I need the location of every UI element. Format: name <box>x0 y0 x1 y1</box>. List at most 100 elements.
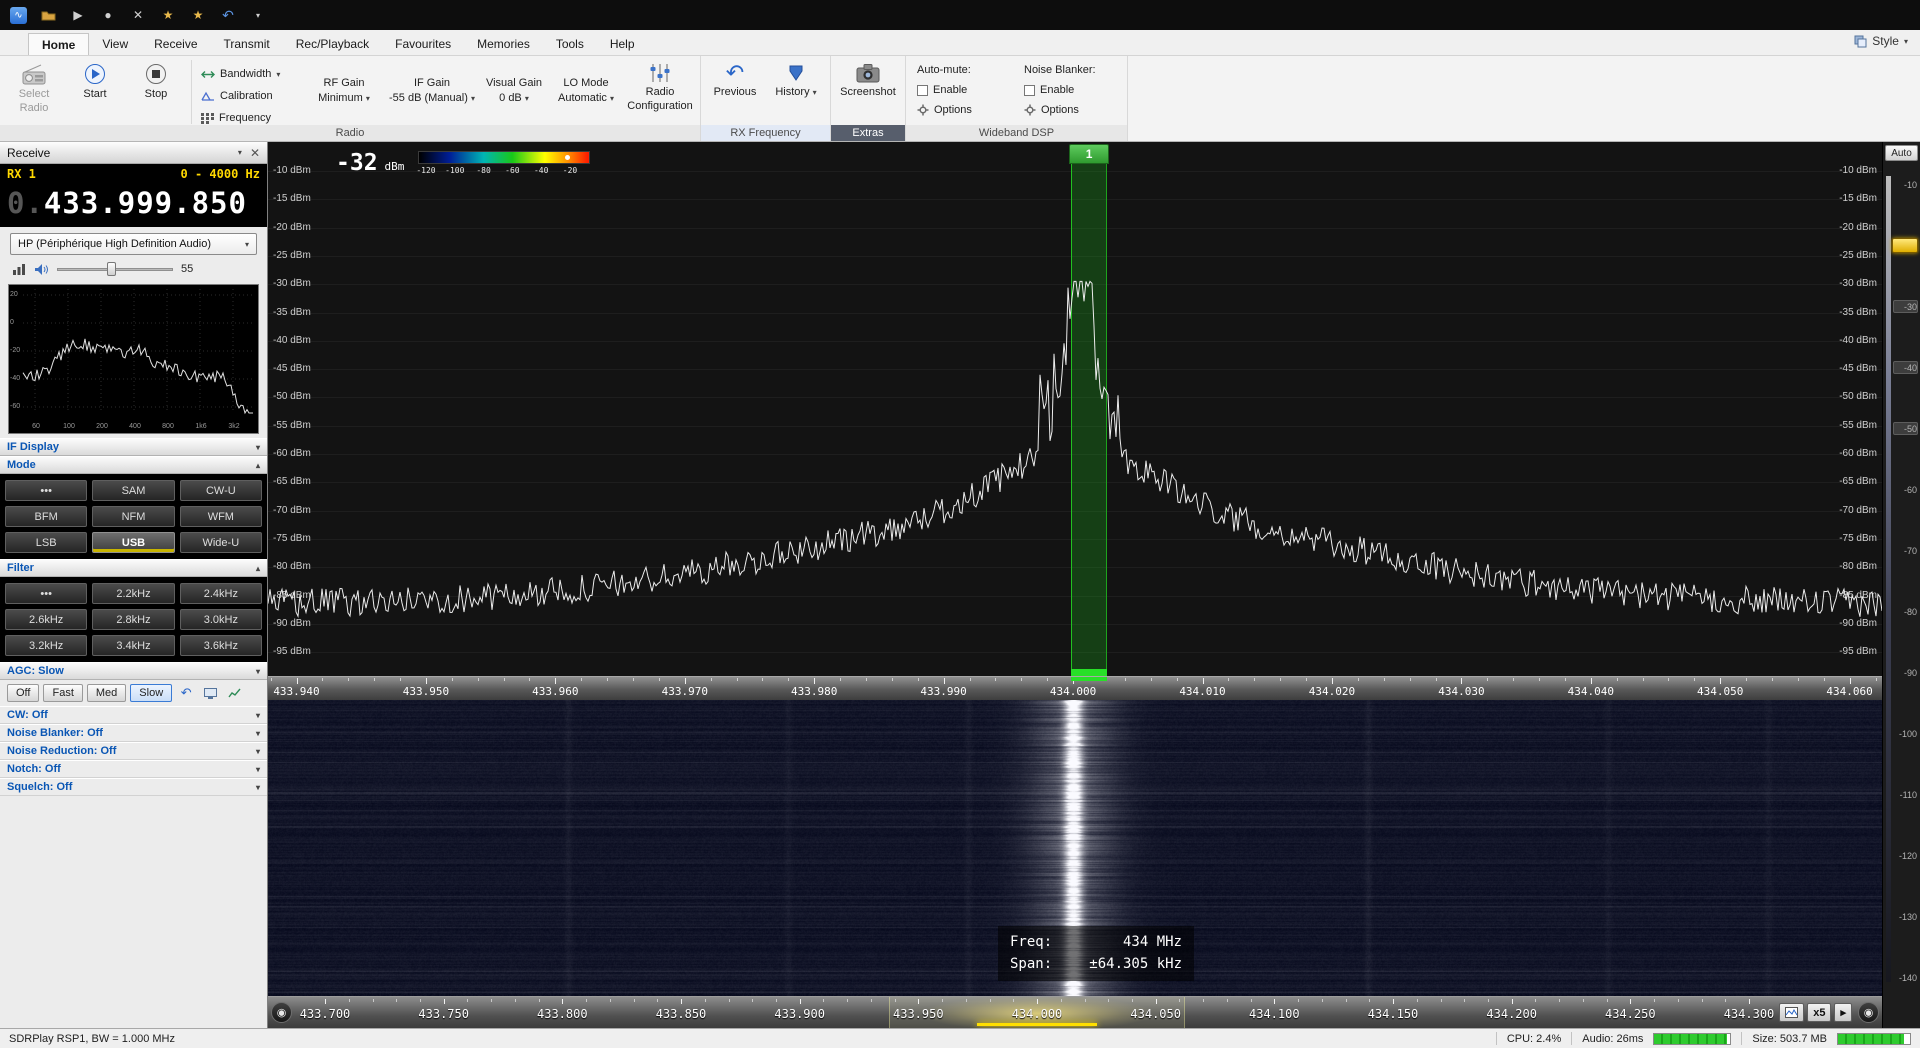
level-reference-handle[interactable] <box>1892 238 1918 253</box>
menu-tab-view[interactable]: View <box>89 33 141 55</box>
agc-undo-icon[interactable]: ↶ <box>176 684 196 702</box>
spectrum-display[interactable]: -10 dBm -10 dBm -15 dBm -15 dBm -20 dBm -20 d… <box>268 142 1882 676</box>
equalizer-icon[interactable] <box>12 263 26 275</box>
filter-button-3-2khz[interactable]: 3.2kHz <box>5 635 88 656</box>
mode-button-nfm[interactable]: NFM <box>92 506 175 527</box>
mode-button-bfm[interactable]: BFM <box>5 506 88 527</box>
add-favourite-icon[interactable]: ★ <box>189 6 207 24</box>
filter-button-3-0khz[interactable]: 3.0kHz <box>179 609 262 630</box>
visual-gain-dropdown[interactable]: Visual Gain 0 dB ▾ <box>481 62 547 120</box>
scale-minor-tick <box>1226 999 1228 1002</box>
spectrum-frequency-ruler[interactable]: 433.940 433.950 433.960 433.970 433.980 433.9… <box>268 676 1882 700</box>
mode-button-wide-u[interactable]: Wide-U <box>179 532 262 553</box>
scale-major-tick <box>325 999 326 1004</box>
section-noise-blanker-off[interactable]: Noise Blanker: Off ▾ <box>0 724 267 742</box>
scale-view-button[interactable] <box>1779 1003 1805 1022</box>
rx-filter-band-cap <box>1071 669 1108 676</box>
mode-button-lsb[interactable]: LSB <box>5 532 88 553</box>
app-icon[interactable]: ∿ <box>10 6 27 24</box>
section-notch-off[interactable]: Notch: Off ▾ <box>0 760 267 778</box>
play-icon[interactable]: ▶ <box>69 6 87 24</box>
style-selector[interactable]: Style ▾ <box>1854 34 1908 48</box>
frequency-display[interactable]: 0.433.999.850 <box>7 181 260 220</box>
tuned-frequency-line <box>977 1023 1097 1026</box>
menu-tab-home[interactable]: Home <box>28 33 90 55</box>
noise-blanker-options-button[interactable]: Options <box>1024 102 1116 118</box>
mode-button-dots[interactable]: ••• <box>5 480 88 501</box>
audio-device-select[interactable]: HP (Périphérique High Definition Audio) … <box>10 233 257 255</box>
rf-gain-dropdown[interactable]: RF Gain Minimum ▾ <box>305 62 383 120</box>
filter-button-dots[interactable]: ••• <box>5 583 88 604</box>
select-radio-button[interactable]: Select Radio <box>5 58 63 122</box>
bottom-scale-inner[interactable]: 433.700 433.750 433.800 433.850 433.900 433.9… <box>295 997 1779 1028</box>
lo-mode-dropdown[interactable]: LO Mode Automatic ▾ <box>550 62 622 120</box>
panel-collapse-icon[interactable]: ▾ <box>238 148 242 157</box>
menu-tab-memories[interactable]: Memories <box>464 33 543 55</box>
section-cw-off[interactable]: CW: Off ▾ <box>0 706 267 724</box>
calibration-icon <box>201 91 214 101</box>
scale-right-arrow-button[interactable]: ▸ <box>1834 1003 1852 1022</box>
ruler-minor-tick <box>995 678 997 681</box>
filter-button-3-6khz[interactable]: 3.6kHz <box>179 635 262 656</box>
filter-button-3-4khz[interactable]: 3.4kHz <box>92 635 175 656</box>
section-label: Squelch: Off <box>7 781 73 793</box>
section-agc[interactable]: AGC: Slow ▾ <box>0 662 267 680</box>
previous-button[interactable]: ↶ Previous <box>706 58 764 122</box>
favourite-icon[interactable]: ★ <box>159 6 177 24</box>
filter-button-2-4khz[interactable]: 2.4kHz <box>179 583 262 604</box>
scale-right-button[interactable]: ◉ <box>1858 1002 1879 1023</box>
agc-button-off[interactable]: Off <box>7 684 40 702</box>
auto-mute-options-button[interactable]: Options <box>917 102 1009 118</box>
filter-button-2-8khz[interactable]: 2.8kHz <box>92 609 175 630</box>
section-mode[interactable]: Mode ▴ <box>0 456 267 474</box>
menu-tab-tools[interactable]: Tools <box>543 33 597 55</box>
bandwidth-button[interactable]: Bandwidth ▾ <box>198 65 302 83</box>
agc-graph-icon[interactable] <box>224 684 244 702</box>
section-filter[interactable]: Filter ▴ <box>0 559 267 577</box>
toolbar-customize-icon[interactable]: ▾ <box>249 6 267 24</box>
filter-button-2-6khz[interactable]: 2.6kHz <box>5 609 88 630</box>
section-noise-reduction-off[interactable]: Noise Reduction: Off ▾ <box>0 742 267 760</box>
speaker-icon[interactable] <box>34 263 49 276</box>
mode-button-wfm[interactable]: WFM <box>179 506 262 527</box>
if-gain-dropdown[interactable]: IF Gain -55 dB (Manual) ▾ <box>386 62 478 120</box>
volume-slider-thumb[interactable] <box>107 262 116 276</box>
menu-tab-favourites[interactable]: Favourites <box>382 33 464 55</box>
zoom-button[interactable]: x5 <box>1807 1003 1832 1022</box>
panel-close-icon[interactable]: ✕ <box>250 146 260 160</box>
agc-button-slow[interactable]: Slow <box>130 684 173 702</box>
mode-button-usb[interactable]: USB <box>92 532 175 553</box>
menu-tab-help[interactable]: Help <box>597 33 648 55</box>
section-squelch-off[interactable]: Squelch: Off ▾ <box>0 778 267 796</box>
menu-tab-transmit[interactable]: Transmit <box>211 33 283 55</box>
close-session-icon[interactable]: ✕ <box>129 6 147 24</box>
noise-blanker-enable-checkbox[interactable]: Enable <box>1024 82 1116 98</box>
stop-button[interactable]: Stop <box>127 58 185 122</box>
scale-left-button[interactable]: ◉ <box>271 1002 292 1023</box>
radio-configuration-button[interactable]: Radio Configuration <box>625 58 695 122</box>
undo-icon[interactable]: ↶ <box>219 6 237 24</box>
open-file-icon[interactable] <box>39 6 57 24</box>
menu-tab-rec-playback[interactable]: Rec/Playback <box>283 33 382 55</box>
filter-button-2-2khz[interactable]: 2.2kHz <box>92 583 175 604</box>
menu-tab-receive[interactable]: Receive <box>141 33 210 55</box>
group-label-radio: Radio <box>0 125 700 141</box>
history-dropdown[interactable]: History ▾ <box>767 58 825 122</box>
agc-button-fast[interactable]: Fast <box>43 684 83 702</box>
mode-button-sam[interactable]: SAM <box>92 480 175 501</box>
start-button[interactable]: Start <box>66 58 124 122</box>
agc-monitor-icon[interactable] <box>200 684 220 702</box>
waterfall-display[interactable]: Freq: 434 MHz Span: ±64.305 kHz <box>268 700 1882 996</box>
section-if-display[interactable]: IF Display ▾ <box>0 438 267 456</box>
mode-button-cw-u[interactable]: CW-U <box>179 480 262 501</box>
calibration-button[interactable]: Calibration <box>198 87 302 105</box>
rx-marker-tab[interactable]: 1 <box>1069 144 1110 164</box>
bottom-frequency-scale[interactable]: ◉ 433.700 433.750 433.800 433.850 433.900 433… <box>268 996 1882 1028</box>
audio-spectrum-graph[interactable]: 60 100 200 400 800 1k6 3k2 20 0 -20 -40 -60 <box>8 284 259 434</box>
screenshot-button[interactable]: Screenshot <box>836 58 900 122</box>
ruler-minor-tick <box>788 678 790 681</box>
record-icon[interactable]: ● <box>99 6 117 24</box>
volume-slider[interactable] <box>57 262 173 276</box>
auto-mute-enable-checkbox[interactable]: Enable <box>917 82 1009 98</box>
agc-button-med[interactable]: Med <box>86 684 127 702</box>
